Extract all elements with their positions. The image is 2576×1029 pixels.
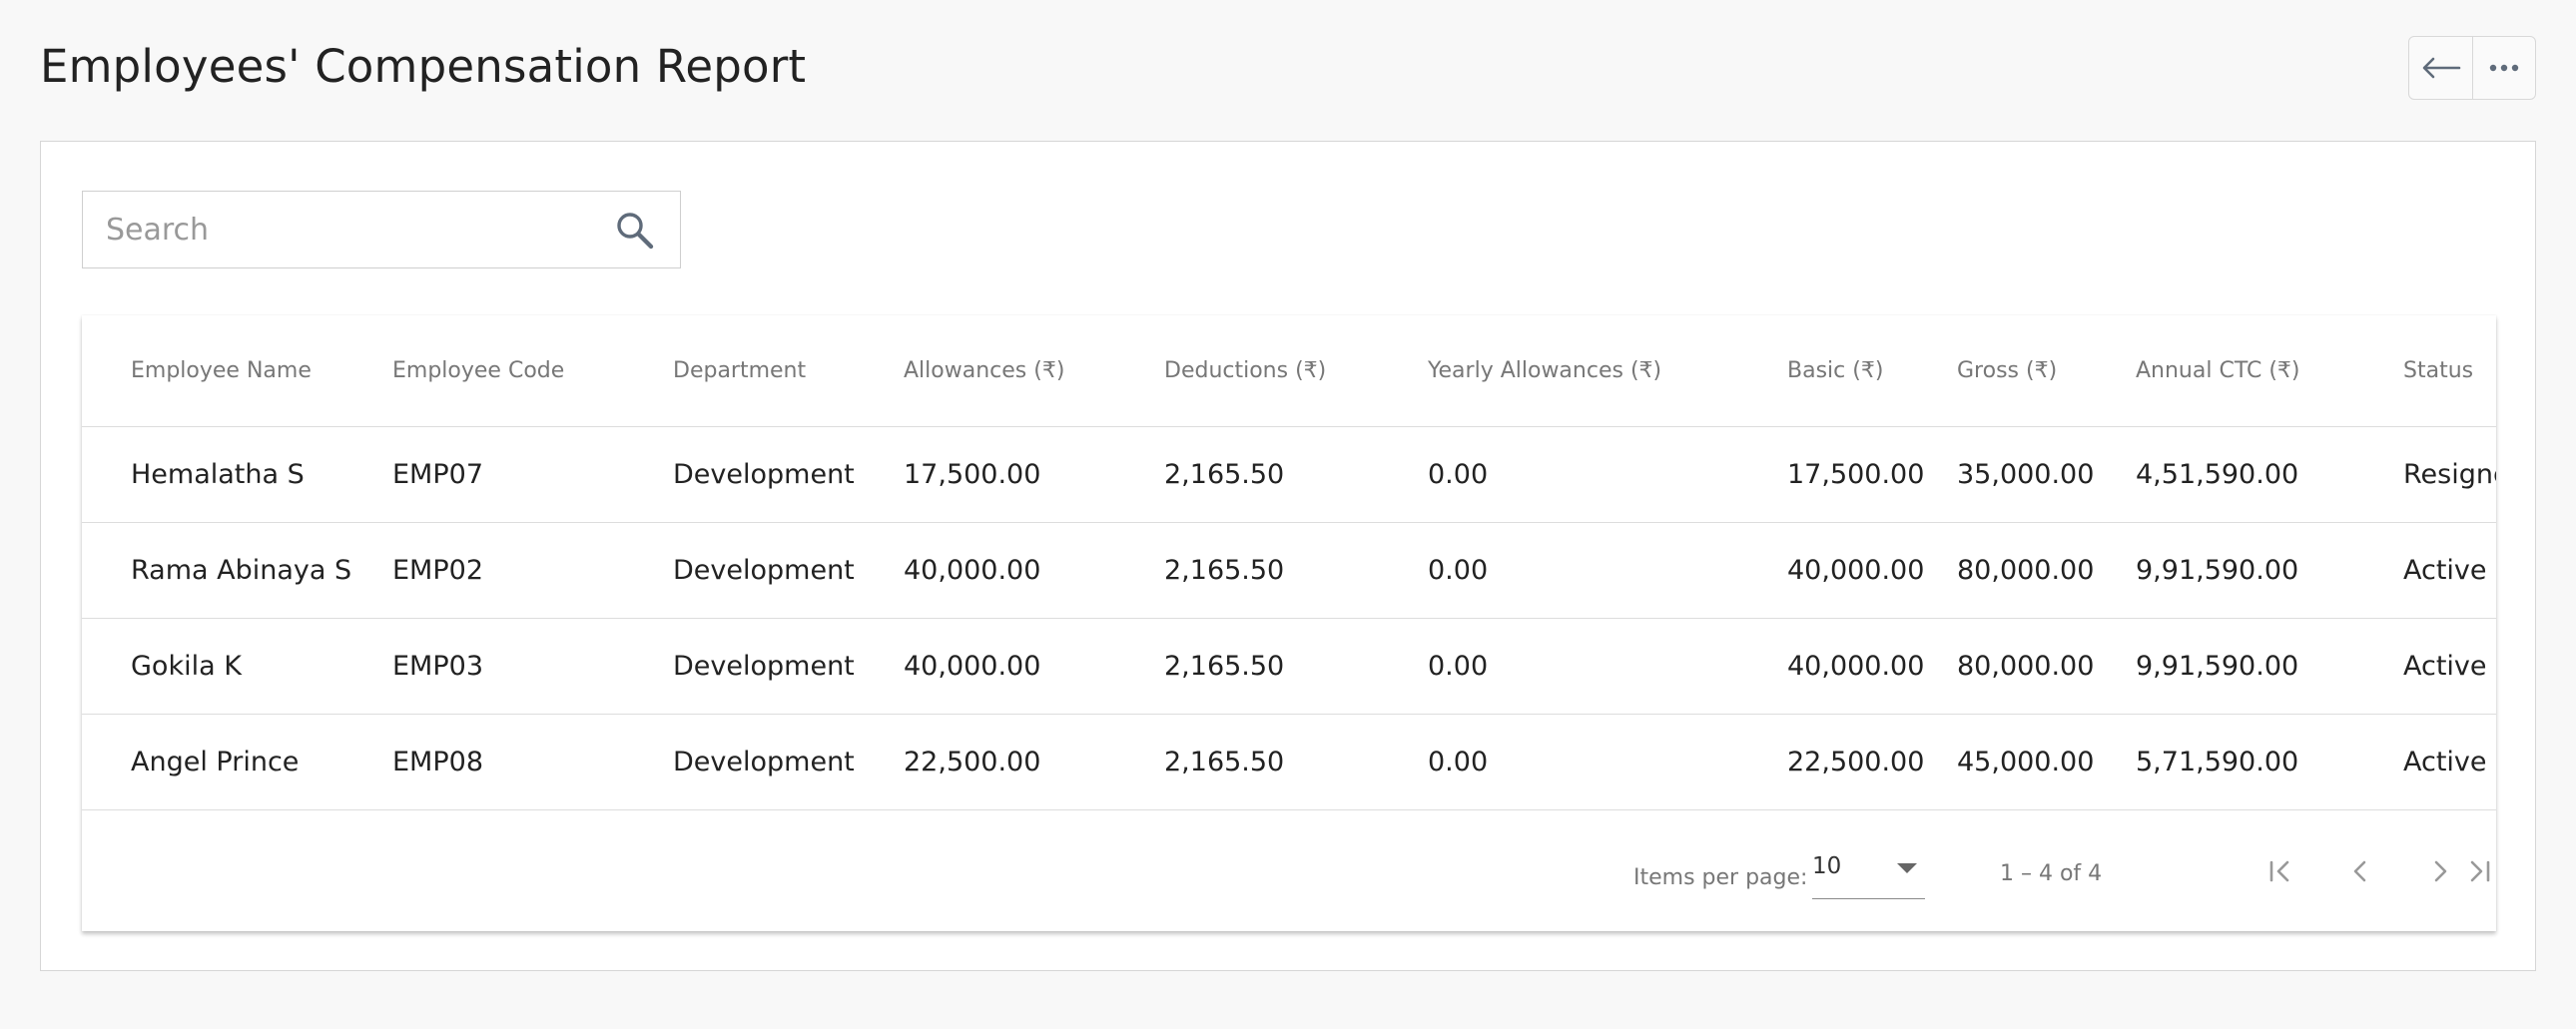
table-card: Employee Name Employee Code Department A… [82,315,2496,931]
items-per-page-select[interactable]: 10 [1812,847,1925,899]
arrow-left-icon [2422,57,2460,79]
column-header-employee-code[interactable]: Employee Code [392,315,673,427]
cell-allowances: 22,500.00 [904,714,1164,810]
cell-employee-code: EMP03 [392,618,673,715]
column-header-deductions[interactable]: Deductions (₹) [1164,315,1428,427]
page-header: Employees' Compensation Report [40,36,2536,106]
back-button[interactable] [2409,37,2472,99]
page-title: Employees' Compensation Report [40,40,807,93]
column-header-allowances[interactable]: Allowances (₹) [904,315,1164,427]
cell-yearly-allowances: 0.00 [1428,714,1787,810]
cell-allowances: 40,000.00 [904,522,1164,619]
last-page-icon [2470,860,2490,882]
column-header-gross[interactable]: Gross (₹) [1957,315,2136,427]
cell-annual-ctc: 4,51,590.00 [2136,426,2403,523]
search-box [82,191,681,268]
cell-yearly-allowances: 0.00 [1428,522,1787,619]
cell-employee-name: Angel Prince [82,714,392,810]
previous-page-button[interactable] [2336,847,2384,895]
first-page-icon [2269,860,2289,882]
cell-department: Development [673,714,904,810]
table-row[interactable]: Gokila K EMP03 Development 40,000.00 2,1… [82,618,2496,715]
cell-deductions: 2,165.50 [1164,522,1428,619]
cell-employee-name: Gokila K [82,618,392,715]
last-page-button[interactable] [2455,847,2496,895]
cell-employee-code: EMP07 [392,426,673,523]
cell-allowances: 40,000.00 [904,618,1164,715]
cell-deductions: 2,165.50 [1164,714,1428,810]
cell-basic: 17,500.00 [1787,426,1957,523]
search-input[interactable] [83,192,592,267]
column-header-department[interactable]: Department [673,315,904,427]
cell-department: Development [673,522,904,619]
cell-employee-name: Hemalatha S [82,426,392,523]
cell-yearly-allowances: 0.00 [1428,426,1787,523]
cell-allowances: 17,500.00 [904,426,1164,523]
cell-status: Active [2403,522,2496,619]
column-header-annual-ctc[interactable]: Annual CTC (₹) [2136,315,2403,427]
cell-basic: 22,500.00 [1787,714,1957,810]
items-per-page-label: Items per page: [1633,865,1808,890]
cell-deductions: 2,165.50 [1164,426,1428,523]
cell-employee-code: EMP08 [392,714,673,810]
cell-department: Development [673,426,904,523]
table-row[interactable]: Angel Prince EMP08 Development 22,500.00… [82,714,2496,810]
table-row[interactable]: Rama Abinaya S EMP02 Development 40,000.… [82,522,2496,619]
compensation-table: Employee Name Employee Code Department A… [82,315,2496,810]
column-header-employee-name[interactable]: Employee Name [82,315,392,427]
table-row[interactable]: Hemalatha S EMP07 Development 17,500.00 … [82,426,2496,523]
cell-status: Resigned [2403,426,2496,523]
chevron-left-icon [2353,860,2366,882]
search-icon[interactable] [614,210,656,252]
cell-status: Active [2403,714,2496,810]
dropdown-arrow-icon [1897,863,1917,873]
chevron-right-icon [2434,860,2447,882]
report-card: Employee Name Employee Code Department A… [40,141,2536,971]
more-horizontal-icon [2489,64,2519,72]
paginator: Items per page: 10 1 – 4 of 4 [82,811,2496,931]
cell-annual-ctc: 5,71,590.00 [2136,714,2403,810]
page-range-label: 1 – 4 of 4 [2000,861,2103,886]
cell-status: Active [2403,618,2496,715]
cell-deductions: 2,165.50 [1164,618,1428,715]
cell-yearly-allowances: 0.00 [1428,618,1787,715]
column-header-basic[interactable]: Basic (₹) [1787,315,1957,427]
header-actions [2408,36,2536,100]
cell-department: Development [673,618,904,715]
table-header-row: Employee Name Employee Code Department A… [82,315,2496,427]
cell-employee-code: EMP02 [392,522,673,619]
column-header-status[interactable]: Status [2403,315,2496,427]
cell-gross: 45,000.00 [1957,714,2136,810]
cell-gross: 80,000.00 [1957,618,2136,715]
cell-employee-name: Rama Abinaya S [82,522,392,619]
column-header-yearly-allowances[interactable]: Yearly Allowances (₹) [1428,315,1787,427]
cell-gross: 80,000.00 [1957,522,2136,619]
cell-basic: 40,000.00 [1787,522,1957,619]
cell-annual-ctc: 9,91,590.00 [2136,618,2403,715]
cell-basic: 40,000.00 [1787,618,1957,715]
first-page-button[interactable] [2256,847,2304,895]
table-scroll-area[interactable]: Employee Name Employee Code Department A… [82,315,2496,811]
items-per-page-value: 10 [1812,853,1842,879]
cell-annual-ctc: 9,91,590.00 [2136,522,2403,619]
cell-gross: 35,000.00 [1957,426,2136,523]
more-options-button[interactable] [2472,37,2535,99]
